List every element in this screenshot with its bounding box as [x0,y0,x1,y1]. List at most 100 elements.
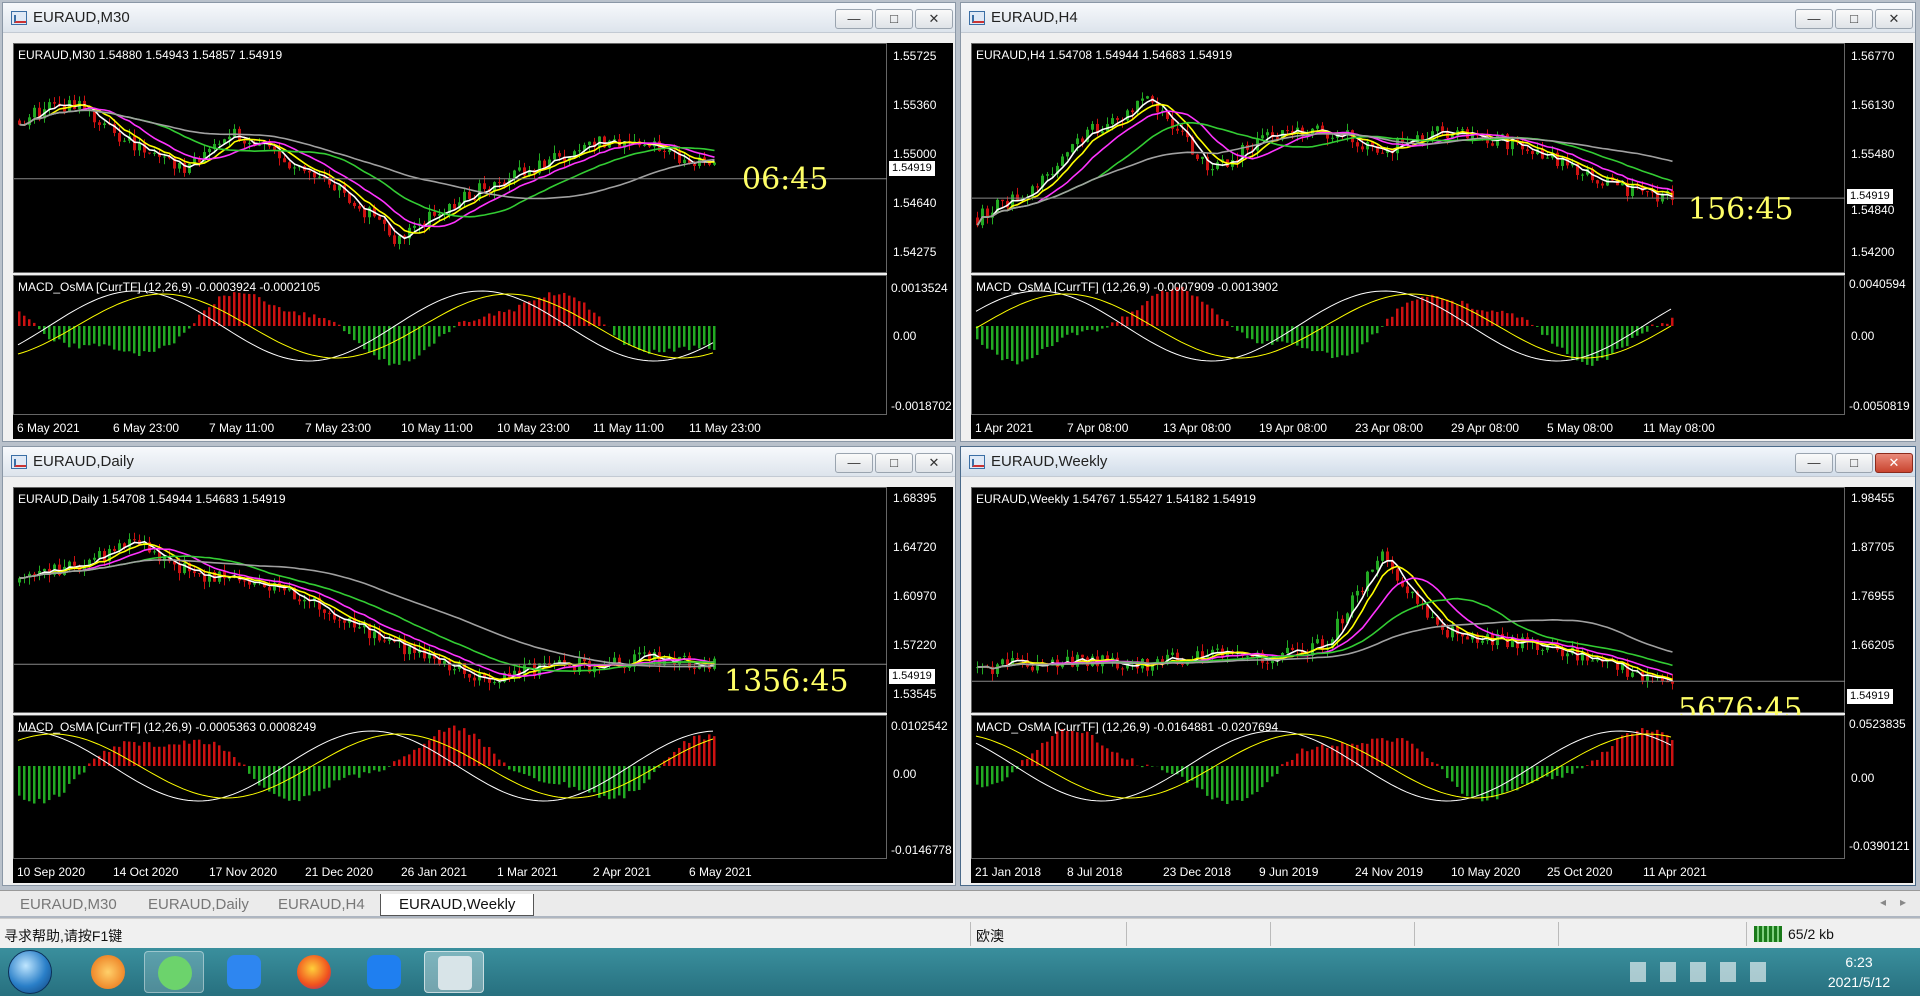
clock-date[interactable]: 2021/5/12 [1812,974,1906,990]
taskbar-app-mt4[interactable] [424,951,484,993]
candle-body [1646,191,1649,193]
osma-bar [618,766,621,796]
moving-average-line [977,577,1673,676]
osma-bar [218,296,221,326]
tray-icons[interactable] [1630,962,1780,982]
candle-body [1001,659,1004,665]
candle-body [1596,180,1599,184]
price-chart[interactable]: EURAUD,M30 1.54880 1.54943 1.54857 1.549… [13,43,888,273]
tab-euraud-h4[interactable]: EURAUD,H4 [260,894,383,916]
maximize-icon[interactable]: □ [875,9,913,29]
osma-bar [1366,326,1369,343]
price-label: 1.64720 [893,540,937,554]
osma-bar [1076,732,1079,766]
osma-bar [1546,326,1549,336]
taskbar-app-wechat[interactable] [144,951,204,993]
moving-average-line [976,110,1673,226]
osma-bar [598,316,601,326]
osma-bar [1226,766,1229,805]
chart-window-daily[interactable]: EURAUD,Daily — □ ✕ EURAUD,Daily 1.54708 … [2,446,956,886]
osma-bar [293,311,296,326]
window-titlebar[interactable]: EURAUD,Daily — □ ✕ [3,447,955,477]
window-titlebar[interactable]: EURAUD,H4 — □ ✕ [961,3,1915,33]
tab-scroll-left-icon[interactable]: ◂ [1880,895,1886,909]
start-button-icon[interactable] [8,950,52,994]
price-chart[interactable]: EURAUD,Weekly 1.54767 1.55427 1.54182 1.… [971,487,1846,727]
close-icon[interactable]: ✕ [1875,9,1913,29]
chart-window-weekly[interactable]: EURAUD,Weekly — □ ✕ EURAUD,Weekly 1.5476… [960,446,1916,886]
osma-bar [1531,766,1534,784]
candle-body [1381,152,1384,154]
osma-bar [128,326,131,352]
price-axis: 1.56770 1.56130 1.55480 1.54840 1.54200 … [1845,43,1913,415]
window-titlebar[interactable]: EURAUD,Weekly — □ ✕ [961,447,1915,477]
bar-countdown: 1356:45 [724,664,849,699]
clock-time[interactable]: 6:23 [1824,954,1894,970]
osma-bar [628,326,631,346]
candle-body [493,682,496,684]
candle-body [1016,658,1019,660]
osma-bar [1566,326,1569,355]
taskbar-app-firefox[interactable] [284,951,344,993]
candle-body [1356,142,1359,147]
time-label: 7 Apr 08:00 [1067,421,1129,435]
candle-body [1196,154,1199,159]
chart-window-m30[interactable]: EURAUD,M30 — □ ✕ EURAUD,M30 1.54880 1.54… [2,2,956,442]
minimize-icon[interactable]: — [1795,453,1833,473]
osma-bar [1616,739,1619,766]
minimize-icon[interactable]: — [835,9,873,29]
osma-bar [1286,761,1289,766]
macd-subwindow[interactable]: MACD_OsMA [CurrTF] (12,26,9) -0.0005363 … [13,715,887,859]
osma-bar [58,766,61,797]
maximize-icon[interactable]: □ [1835,9,1873,29]
candle-body [293,167,296,169]
candle-body [1316,125,1319,129]
close-icon[interactable]: ✕ [915,453,953,473]
osma-bar [323,766,326,789]
macd-subwindow[interactable]: MACD_OsMA [CurrTF] (12,26,9) -0.0007909 … [971,275,1845,415]
osma-bar [523,766,526,775]
osma-bar [1231,326,1234,328]
price-axis: 1.55725 1.55360 1.55000 1.54640 1.54275 … [887,43,953,415]
osma-bar [1666,323,1669,326]
osma-bar [408,754,411,766]
osma-bar [1361,326,1364,345]
tab-euraud-daily[interactable]: EURAUD,Daily [130,894,267,916]
candle-body [73,561,76,566]
osma-bar [1161,290,1164,326]
candle-body [338,619,341,621]
osma-bar [338,324,341,326]
osma-bar [1541,326,1544,335]
candle-body [1481,640,1484,643]
candle-body [578,150,581,152]
minimize-icon[interactable]: — [1795,9,1833,29]
maximize-icon[interactable]: □ [875,453,913,473]
taskbar-app-meeting[interactable] [354,951,414,993]
price-label: 1.54840 [1851,203,1895,217]
macd-subwindow[interactable]: MACD_OsMA [CurrTF] (12,26,9) -0.0164881 … [971,715,1845,859]
tab-euraud-m30[interactable]: EURAUD,M30 [2,894,135,916]
osma-bar [1531,324,1534,326]
close-icon[interactable]: ✕ [1875,453,1913,473]
candle-body [453,203,456,209]
moving-average-line [976,133,1673,226]
close-icon[interactable]: ✕ [915,9,953,29]
osma-bar [313,766,316,792]
taskbar-app-1[interactable] [78,951,138,993]
tab-euraud-weekly[interactable]: EURAUD,Weekly [380,894,535,916]
price-chart[interactable]: EURAUD,Daily 1.54708 1.54944 1.54683 1.5… [13,487,888,713]
minimize-icon[interactable]: — [835,453,873,473]
candle-body [118,132,121,142]
chart-window-h4[interactable]: EURAUD,H4 — □ ✕ EURAUD,H4 1.54708 1.5494… [960,2,1916,442]
osma-bar [183,326,186,333]
osma-bar [1021,326,1024,362]
taskbar-app-notes[interactable] [214,951,274,993]
tab-scroll-right-icon[interactable]: ▸ [1900,895,1906,909]
candle-body [1491,143,1494,146]
price-chart[interactable]: EURAUD,H4 1.54708 1.54944 1.54683 1.5491… [971,43,1846,273]
window-titlebar[interactable]: EURAUD,M30 — □ ✕ [3,3,955,33]
current-price-tag: 1.54919 [889,669,935,684]
maximize-icon[interactable]: □ [1835,453,1873,473]
macd-subwindow[interactable]: MACD_OsMA [CurrTF] (12,26,9) -0.0003924 … [13,275,887,415]
osma-bar [388,766,391,767]
